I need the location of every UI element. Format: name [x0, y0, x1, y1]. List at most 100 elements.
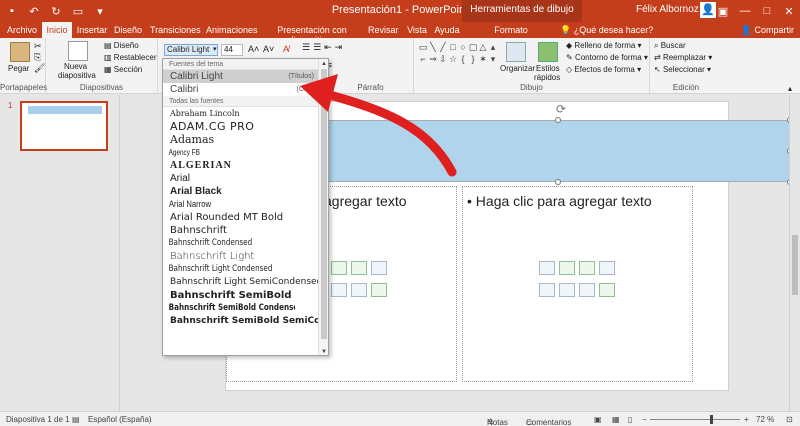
font-option[interactable]: Bahnschrift Condensed [163, 237, 295, 250]
tab-diseno[interactable]: Diseño [112, 22, 144, 38]
maximize-icon[interactable]: □ [756, 0, 778, 22]
customize-qat-icon[interactable]: ▾ [92, 3, 108, 19]
layout-button[interactable]: ▤ Diseño [104, 41, 139, 50]
oval-shape-icon[interactable]: ○ [458, 41, 468, 53]
chart-icon[interactable] [331, 261, 347, 275]
tab-insertar[interactable]: Insertar [76, 22, 108, 38]
shape-effects-button[interactable]: ◇ Efectos de forma ▾ [566, 65, 641, 74]
zoom-slider-knob[interactable] [710, 415, 713, 424]
font-option[interactable]: Arial [163, 172, 328, 185]
tab-presentacion[interactable]: Presentación con diapositivas [262, 22, 362, 45]
tell-me-box[interactable]: 💡 ¿Qué desea hacer? [560, 25, 653, 36]
font-option[interactable]: ALGERIAN [163, 159, 328, 172]
font-option[interactable]: Bahnschrift SemiBold [163, 289, 328, 302]
font-option[interactable]: Bahnschrift [163, 224, 328, 237]
font-option[interactable]: Bahnschrift Light [163, 250, 328, 263]
textbox-shape-icon[interactable]: ▭ [418, 41, 428, 53]
undo-icon[interactable]: ↶ [26, 3, 42, 19]
user-name[interactable]: Félix Albornoz [636, 4, 699, 15]
zoom-out-icon[interactable]: − [642, 415, 647, 424]
reset-button[interactable]: ▥ Restablecer [104, 53, 156, 62]
tab-vista[interactable]: Vista [404, 22, 430, 38]
3d-model-icon[interactable] [599, 261, 615, 275]
grow-font-icon[interactable]: A˄ [248, 44, 259, 54]
rect-shape-icon[interactable]: □ [448, 41, 458, 53]
content-placeholder-right[interactable]: • Haga clic para agregar texto [462, 186, 693, 382]
slideshow-icon[interactable]: ▭ [70, 3, 86, 19]
font-option[interactable]: Bahnschrift Light Condensed [163, 263, 295, 276]
star-shape-icon[interactable]: ☆ [448, 53, 458, 65]
replace-button[interactable]: ⇄ Reemplazar ▾ [654, 53, 712, 62]
line2-shape-icon[interactable]: ╱ [438, 41, 448, 53]
video-icon[interactable] [351, 283, 367, 297]
new-slide-label[interactable]: Nueva [64, 62, 87, 71]
font-option-calibri-light[interactable]: Calibri Light (Títulos) [163, 70, 328, 83]
arrow-shape-icon[interactable]: ⇒ [428, 53, 438, 65]
find-button[interactable]: ⌕ Buscar [654, 41, 686, 51]
resize-handle[interactable] [555, 117, 561, 123]
reading-view-icon[interactable]: ▯ [628, 415, 632, 424]
font-size-input[interactable]: 44 [221, 44, 243, 56]
format-painter-icon[interactable]: 🖌 [34, 63, 45, 74]
picture-icon[interactable] [539, 283, 555, 297]
shrink-font-icon[interactable]: A˅ [263, 44, 274, 54]
video-icon[interactable] [579, 283, 595, 297]
save-icon[interactable]: ▪ [4, 3, 20, 19]
font-option[interactable]: Adamas [163, 133, 328, 146]
zoom-in-icon[interactable]: + [744, 415, 749, 424]
fit-slide-icon[interactable]: ⊡ [786, 415, 793, 424]
share-button[interactable]: 👤 Compartir [741, 25, 794, 36]
rounded-shape-icon[interactable]: ▢ [468, 41, 478, 53]
font-name-input[interactable]: Calibri Light [164, 44, 218, 56]
font-option[interactable]: Arial Black [163, 185, 328, 198]
font-name-dropdown-icon[interactable]: ▾ [213, 45, 217, 53]
arrow2-shape-icon[interactable]: ⇩ [438, 53, 448, 65]
shape-outline-button[interactable]: ✎ Contorno de forma ▾ [566, 53, 648, 62]
brace2-shape-icon[interactable]: } [468, 53, 478, 65]
online-picture-icon[interactable] [559, 283, 575, 297]
slide-thumbnail[interactable] [20, 101, 108, 151]
scroll-thumb[interactable] [792, 235, 798, 295]
section-button[interactable]: ▦ Sección [104, 65, 142, 74]
shape-fill-button[interactable]: ◆ Relleno de forma ▾ [566, 41, 642, 50]
sorter-view-icon[interactable]: ▦ [612, 415, 620, 424]
font-option[interactable]: Bahnschrift Light SemiCondensed [163, 276, 328, 289]
rotate-handle-icon[interactable]: ⟳ [556, 102, 566, 116]
font-option[interactable]: Bahnschrift SemiBold Condensed [163, 302, 295, 315]
font-option[interactable]: Bahnschrift SemiBold SemiConden [163, 315, 328, 328]
star2-shape-icon[interactable]: ✶ [478, 53, 488, 65]
redo-icon[interactable]: ↻ [48, 3, 64, 19]
tab-transiciones[interactable]: Transiciones [150, 22, 201, 38]
scroll-down-icon[interactable]: ▼ [320, 348, 328, 355]
smartart-icon[interactable] [579, 261, 595, 275]
spellcheck-icon[interactable]: ▤ [72, 415, 80, 424]
new-slide-label-2[interactable]: diapositiva [58, 71, 96, 80]
tab-ayuda[interactable]: Ayuda [434, 22, 460, 38]
icons-icon[interactable] [599, 283, 615, 297]
zoom-slider[interactable] [650, 419, 740, 420]
font-option[interactable]: Arial Narrow [163, 198, 303, 211]
arrange-button[interactable]: Organizar [500, 64, 535, 73]
dropdown-scrollbar[interactable]: ▲ ▼ [318, 59, 328, 355]
tab-formato[interactable]: Formato [494, 22, 528, 38]
clear-format-icon[interactable]: A̸ [283, 44, 289, 54]
font-option[interactable]: Arial Rounded MT Bold [163, 211, 328, 224]
font-option[interactable]: ADAM.CG PRO [163, 120, 328, 133]
dropdown-scroll-thumb[interactable] [321, 69, 327, 339]
font-option-calibri[interactable]: Calibri (Cuer [163, 83, 328, 96]
shapes-scroll-icon[interactable]: ▾ [488, 53, 498, 65]
tab-revisar[interactable]: Revisar [368, 22, 399, 38]
collapse-ribbon-icon[interactable]: ▴ [788, 84, 792, 93]
resize-handle[interactable] [555, 179, 561, 185]
3d-model-icon[interactable] [371, 261, 387, 275]
font-option[interactable]: Agency FB [163, 146, 295, 159]
shapes-gallery[interactable]: ▭ ╲ ╱ □ ○ ▢ △ ▴ ⌐ ⇒ ⇩ ☆{} ✶ ▾ [418, 41, 498, 77]
font-option[interactable]: Abraham Lincoln [163, 107, 328, 120]
title-placeholder[interactable] [325, 120, 790, 182]
quick-styles-label-2[interactable]: rápidos [534, 73, 560, 82]
triangle-shape-icon[interactable]: △ [478, 41, 488, 53]
zoom-level[interactable]: 72 % [756, 415, 774, 424]
close-icon[interactable]: ✕ [778, 0, 800, 22]
brace-shape-icon[interactable]: { [458, 53, 468, 65]
ribbon-display-icon[interactable]: ▣ [712, 0, 734, 22]
